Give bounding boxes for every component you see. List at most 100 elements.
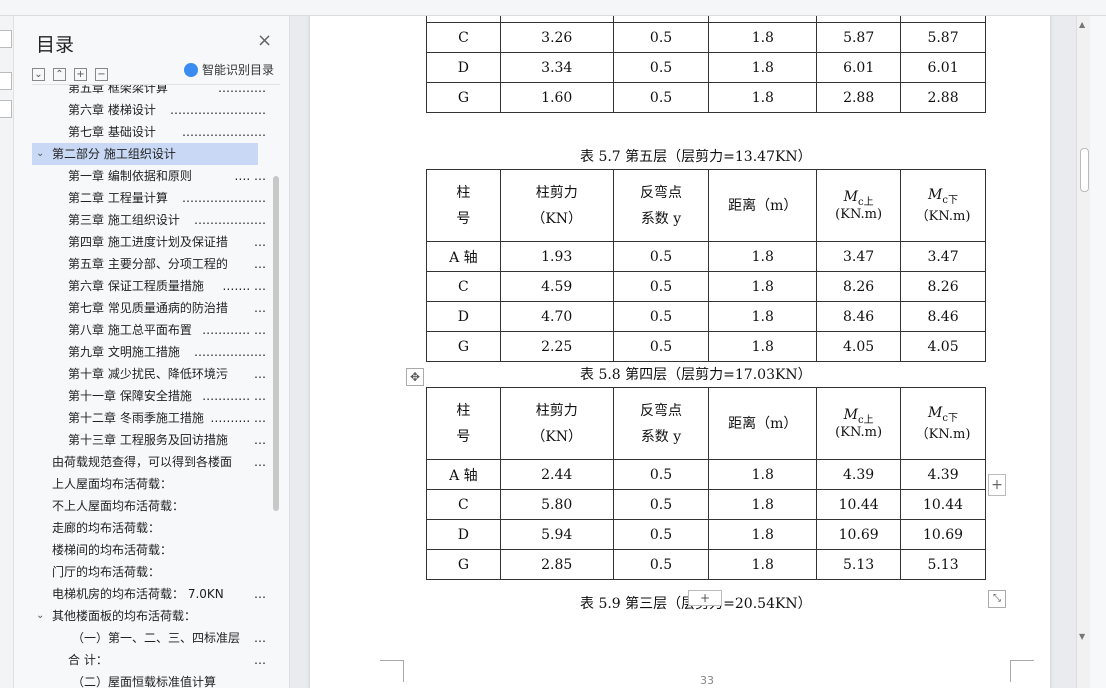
toc-item[interactable]: 第七章 常见质量通病的防治措… — [32, 297, 266, 319]
toc-item[interactable]: 第三章 施工组织设计 ……………… — [32, 209, 266, 231]
table-cell: C — [426, 22, 501, 53]
toc-item-label: 楼梯间的均布活荷载： — [52, 543, 173, 557]
table-cell: 1.8 — [708, 519, 818, 550]
toc-scrollbar[interactable] — [273, 176, 279, 511]
toc-item[interactable]: 第十三章 工程服务及回访措施… — [32, 429, 266, 451]
close-icon[interactable]: × — [257, 30, 272, 51]
add-icon[interactable]: + — [74, 68, 87, 81]
scroll-up-icon[interactable]: ▲ — [1079, 20, 1085, 29]
toc-item-label: 第八章 施工总平面布置 — [68, 323, 192, 337]
unit-label: (KN.m) — [835, 425, 883, 441]
table-cell: 2.44 — [499, 459, 614, 490]
table-cell: 5.13 — [816, 549, 902, 580]
table-cell: 5.94 — [499, 519, 614, 550]
toc-tools: ⌄ ⌃ + − — [32, 62, 116, 81]
table-cell: 4.05 — [900, 331, 986, 362]
resize-table-icon[interactable]: ⤡ — [988, 590, 1006, 608]
table-cell: 5.80 — [499, 489, 614, 520]
toc-item[interactable]: 第十一章 保障安全措施 ………… … — [32, 385, 266, 407]
toc-item-label: 第七章 基础设计 — [68, 125, 156, 139]
table-cell: A 轴 — [426, 459, 501, 490]
table-header-cell: 柱号 — [426, 387, 501, 460]
table-row: C 5.80 0.5 1.8 10.44 10.44 — [426, 489, 986, 520]
table-cell: G — [426, 82, 501, 113]
chevron-down-icon[interactable]: ⌄ — [36, 605, 44, 627]
header-line: 反弯点 — [639, 402, 682, 419]
remove-icon[interactable]: − — [95, 68, 108, 81]
add-row-icon[interactable]: + — [688, 590, 722, 606]
toc-item[interactable]: 走廊的均布活荷载： — [32, 517, 266, 539]
rail-tab[interactable] — [0, 72, 12, 90]
table-cell: 1.8 — [708, 301, 818, 332]
collapse-icon[interactable]: ⌄ — [32, 68, 45, 81]
toc-item-label: 第五章 主要分部、分项工程的 — [68, 257, 228, 271]
toc-item[interactable]: （二）屋面恒载标准值计算 — [32, 671, 266, 688]
toc-item-label: （二）屋面恒载标准值计算 — [72, 675, 217, 688]
toc-item[interactable]: 第十章 减少扰民、降低环境污… — [32, 363, 266, 385]
rail-tab[interactable] — [0, 30, 12, 48]
table-row: G 2.85 0.5 1.8 5.13 5.13 — [426, 549, 986, 580]
toc-item[interactable]: 楼梯间的均布活荷载： — [32, 539, 266, 561]
toc-item[interactable]: 第五章 主要分部、分项工程的 … — [32, 253, 266, 275]
toc-item[interactable]: 电梯机房的均布活荷载： 7.0KN… — [32, 583, 266, 605]
table-row: C 3.26 0.5 1.8 5.87 5.87 — [426, 22, 986, 53]
toc-item[interactable]: 上人屋面均布活荷载： — [32, 473, 266, 495]
scroll-down-icon[interactable]: ▼ — [1079, 632, 1085, 641]
toc-item[interactable]: 第九章 文明施工措施 ……………… — [32, 341, 266, 363]
toc-item[interactable]: 由荷载规范查得，可以得到各楼面… — [32, 451, 266, 473]
move-table-icon[interactable]: ✥ — [406, 368, 424, 386]
toc-item[interactable]: 合 计：… — [32, 649, 266, 671]
toc-item[interactable]: 门厅的均布活荷载： — [32, 561, 266, 583]
moment-label: Mc上 — [817, 189, 900, 208]
toc-item[interactable]: 第十二章 冬雨季施工措施 ………. … — [32, 407, 266, 429]
toc-item[interactable]: （一）第一、二、三、四标准层 … — [32, 627, 266, 649]
expand-icon[interactable]: ⌃ — [53, 68, 66, 81]
toc-item-dots: … — [254, 631, 266, 645]
table-cell: 3.47 — [816, 241, 902, 272]
rail-tab[interactable] — [0, 100, 12, 118]
moment-label: Mc下 — [901, 187, 985, 206]
table-cell: 10.44 — [816, 489, 902, 520]
toc-item[interactable]: 第五章 框架梁计算 ………… — [32, 85, 266, 99]
vertical-scrollbar[interactable]: ▲ ▼ — [1076, 16, 1090, 688]
toc-item[interactable]: 第六章 楼梯设计 …………………… — [32, 99, 266, 121]
table-header-cell: 柱剪力 （KN） — [499, 387, 614, 460]
toc-item-dots: … — [254, 367, 266, 381]
toc-item[interactable]: 其他楼面板的均布活荷载： ⌄ — [32, 605, 266, 627]
table-cell: 3.26 — [499, 22, 614, 53]
toc-item-dots: ……………… — [194, 345, 266, 359]
toolbar-strip — [0, 0, 1106, 16]
table-cell: 8.46 — [900, 301, 986, 332]
toc-item[interactable]: 第六章 保证工程质量措施 ……. … — [32, 275, 266, 297]
toc-item[interactable]: 不上人屋面均布活荷载： — [32, 495, 266, 517]
toc-item-label: （一）第一、二、三、四标准层 — [72, 631, 241, 645]
toc-item-label: 第十二章 冬雨季施工措施 — [68, 411, 204, 425]
toc-item-dots: ………………… — [182, 191, 266, 205]
toc-item-dots: ……. … — [222, 279, 266, 293]
table-header-cell: 柱剪力 （KN） — [499, 169, 614, 242]
toc-item-label: 门厅的均布活荷载： — [52, 565, 161, 579]
table-cell: 1.60 — [499, 82, 614, 113]
toc-item-dots: … — [254, 235, 266, 249]
toc-item-dots: … — [254, 257, 266, 271]
chevron-down-icon[interactable]: ⌄ — [36, 143, 44, 165]
toc-item-dots: … — [254, 455, 266, 469]
smart-icon — [184, 63, 198, 77]
toc-item[interactable]: 第七章 基础设计 ………………… — [32, 121, 266, 143]
toc-item[interactable]: 第八章 施工总平面布置 ………… … — [32, 319, 266, 341]
table-cell: 0.5 — [612, 82, 710, 113]
header-line: （KN） — [531, 210, 583, 227]
toc-item[interactable]: 第二章 工程量计算 ………………… — [32, 187, 266, 209]
toc-item[interactable]: 第四章 施工进度计划及保证措… — [32, 231, 266, 253]
toc-item[interactable]: 第二部分 施工组织设计 ⌄ — [32, 143, 258, 165]
smart-toc-button[interactable]: 智能识别目录 — [184, 61, 274, 78]
header-line: 距离（m） — [728, 197, 798, 214]
toc-item[interactable]: 第一章 编制依据和原则 …. … — [32, 165, 266, 187]
add-column-icon[interactable]: + — [988, 474, 1006, 496]
table-cell: 0.5 — [612, 519, 710, 550]
header-line: 系数 y — [640, 210, 682, 227]
table-cell: D — [426, 519, 501, 550]
table-cell: 2.85 — [499, 549, 614, 580]
page-corner-mark — [380, 660, 404, 682]
scroll-thumb[interactable] — [1080, 148, 1089, 192]
